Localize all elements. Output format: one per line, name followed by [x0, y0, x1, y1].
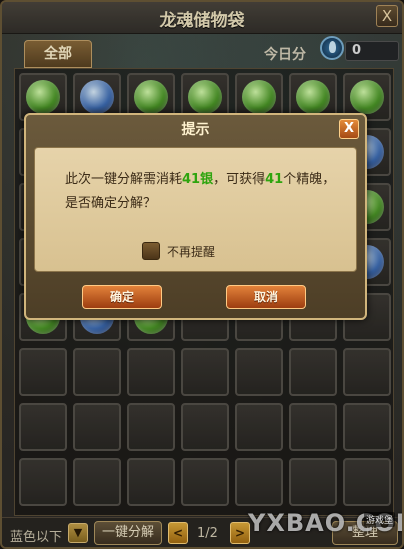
message-gain: 41 [265, 172, 284, 187]
dont-remind-checkbox[interactable] [142, 242, 160, 260]
dialog-title: 提示 [181, 122, 210, 138]
dont-remind-label: 不再提醒 [167, 245, 216, 259]
cancel-button[interactable]: 取消 [226, 285, 306, 309]
dialog-body: 此次一键分解需消耗41银，可获得41个精魄，是否确定分解？ 不再提醒 [34, 147, 357, 272]
message-cost: 41银 [182, 172, 214, 187]
message-part-2: ，可获得 [213, 172, 266, 187]
confirm-button[interactable]: 确定 [82, 285, 162, 309]
dialog-message: 此次一键分解需消耗41银，可获得41个精魄，是否确定分解？ [65, 168, 340, 216]
dialog-close-button[interactable]: X [339, 119, 359, 139]
confirm-dialog: 提示 X 此次一键分解需消耗41银，可获得41个精魄，是否确定分解？ 不再提醒 … [24, 113, 367, 320]
message-part-1: 此次一键分解需消耗 [65, 172, 183, 187]
